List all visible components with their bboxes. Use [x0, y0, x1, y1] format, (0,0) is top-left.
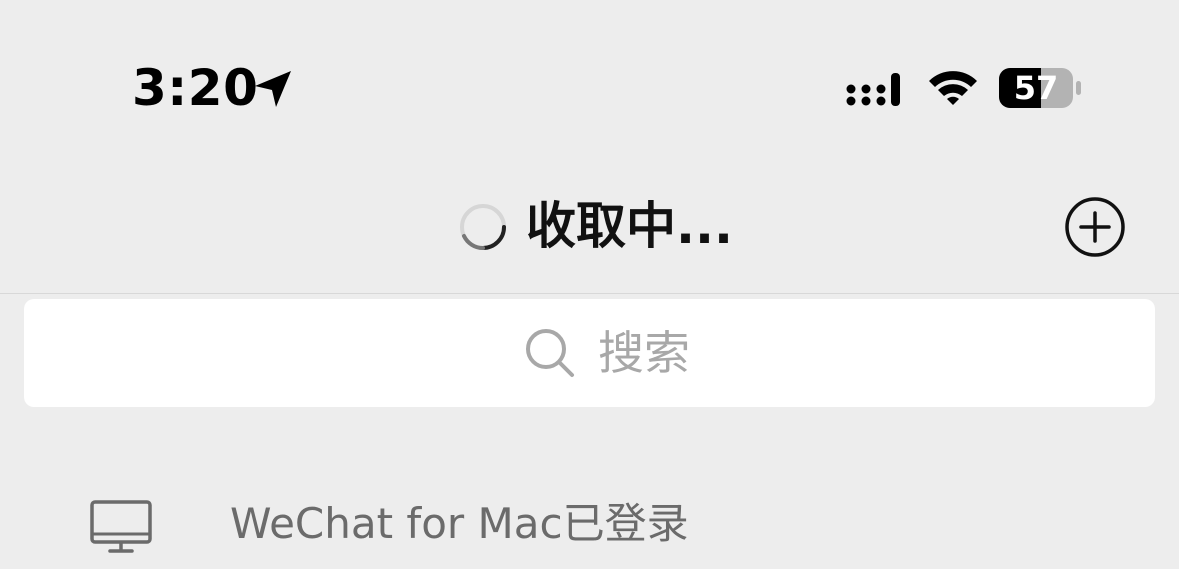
page-title: 收取中... [526, 197, 733, 255]
nav-bar: 收取中... [0, 150, 1179, 293]
search-icon [526, 329, 574, 377]
mac-login-text: WeChat for Mac已登录 [230, 499, 689, 548]
status-bar: 3:20 57 [0, 0, 1179, 150]
battery-level: 57 [1013, 69, 1059, 107]
mac-login-banner[interactable]: WeChat for Mac已登录 [0, 470, 1179, 569]
monitor-icon [90, 500, 152, 553]
search-placeholder: 搜索 [598, 326, 690, 380]
add-button[interactable] [1064, 196, 1126, 258]
cellular-signal-icon [846, 73, 900, 106]
location-arrow-icon [255, 71, 291, 107]
wifi-icon [929, 71, 977, 105]
status-time: 3:20 [132, 59, 259, 117]
loading-spinner-icon [460, 204, 506, 251]
search-input[interactable]: 搜索 [24, 299, 1155, 407]
divider [0, 293, 1179, 294]
